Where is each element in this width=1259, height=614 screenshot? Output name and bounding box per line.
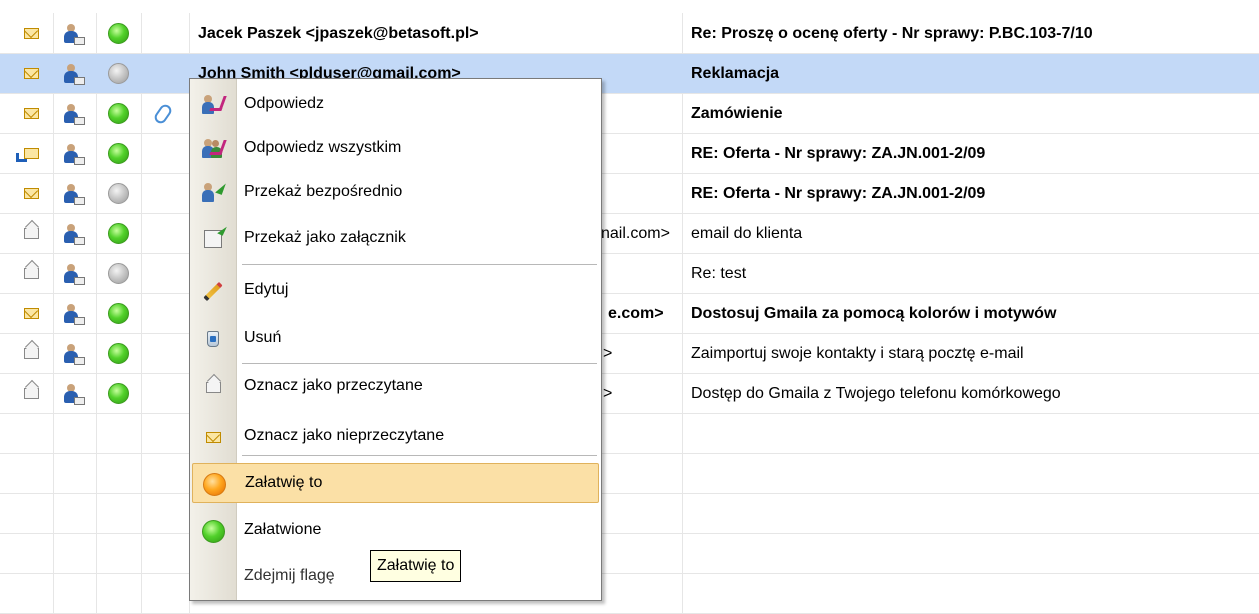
contact-mail-icon [56,254,92,293]
flag-green-icon[interactable] [100,374,136,413]
envelope-read-icon[interactable] [13,254,49,293]
flag-green-icon[interactable] [100,214,136,253]
menu-item-label: Przekaż bezpośrednio [244,183,403,200]
flag-green-icon[interactable] [100,294,136,333]
menu-separator [242,264,597,265]
email-subject: RE: Oferta - Nr sprawy: ZA.JN.001-2/09 [691,145,986,162]
reply-icon [201,94,227,116]
envelope-read-icon[interactable] [13,214,49,253]
menu-separator [242,363,597,364]
menu-item-delete[interactable]: Usuń [192,319,599,359]
email-subject: Re: Proszę o ocenę oferty - Nr sprawy: P… [691,25,1093,42]
menu-item-label: Załatwię to [245,474,323,491]
forward-attachment-icon [201,228,225,250]
envelope-replied-icon[interactable] [13,134,49,173]
flag-orange-icon [202,472,226,496]
envelope-unread-icon[interactable] [13,294,49,333]
envelope-read-icon [201,376,225,398]
menu-item-forward[interactable]: Przekaż bezpośrednio [192,173,599,213]
flag-green-icon[interactable] [100,94,136,133]
menu-item-mark-read[interactable]: Oznacz jako przeczytane [192,367,599,407]
menu-item-flag-done[interactable]: Załatwione [192,511,599,551]
email-subject: email do klienta [691,225,803,242]
menu-separator [242,455,597,456]
email-subject: Reklamacja [691,65,780,82]
contact-mail-icon [56,14,92,53]
contact-mail-icon [56,374,92,413]
email-subject: Zamówienie [691,105,783,122]
menu-item-edit[interactable]: Edytuj [192,271,599,311]
menu-item-reply[interactable]: Odpowiedz [192,85,599,125]
menu-item-label: Oznacz jako przeczytane [244,377,423,394]
contact-mail-icon [56,294,92,333]
flag-green-icon[interactable] [100,334,136,373]
envelope-read-icon[interactable] [13,334,49,373]
email-from: e.com> [608,305,664,322]
menu-item-label: Odpowiedz wszystkim [244,139,402,156]
envelope-unread-icon [201,426,225,448]
envelope-unread-icon[interactable] [13,14,49,53]
flag-gray-icon[interactable] [100,174,136,213]
email-subject: Dostęp do Gmaila z Twojego telefonu komó… [691,385,1061,402]
email-from: Jacek Paszek <jpaszek@betasoft.pl> [198,25,479,42]
envelope-unread-icon[interactable] [13,94,49,133]
menu-item-label: Zdejmij flagę [244,567,335,584]
contact-mail-icon [56,54,92,93]
context-menu: Odpowiedz Odpowiedz wszystkim Przekaż be… [189,78,602,601]
tooltip: Załatwię to [370,550,462,582]
contact-mail-icon [56,94,92,133]
flag-green-icon [201,519,225,543]
menu-item-label: Załatwione [244,521,322,538]
reply-all-icon [201,138,227,160]
email-subject: Zaimportuj swoje kontakty i starą pocztę… [691,345,1024,362]
menu-item-forward-attachment[interactable]: Przekaż jako załącznik [192,219,599,259]
paperclip-icon [145,94,181,133]
contact-mail-icon [56,134,92,173]
menu-item-flag-todo[interactable]: Załatwię to [192,463,599,503]
envelope-read-icon[interactable] [13,374,49,413]
contact-mail-icon [56,174,92,213]
contact-mail-icon [56,214,92,253]
email-subject: Dostosuj Gmaila za pomocą kolorów i moty… [691,305,1057,322]
menu-item-reply-all[interactable]: Odpowiedz wszystkim [192,129,599,169]
menu-item-label: Oznacz jako nieprzeczytane [244,427,445,444]
menu-item-mark-unread[interactable]: Oznacz jako nieprzeczytane [192,417,599,457]
menu-item-label: Edytuj [244,281,289,298]
flag-gray-icon[interactable] [100,54,136,93]
forward-icon [201,181,226,204]
pencil-icon [201,280,225,302]
email-subject: RE: Oferta - Nr sprawy: ZA.JN.001-2/09 [691,185,986,202]
email-from: > [603,385,613,402]
flag-green-icon[interactable] [100,14,136,53]
envelope-unread-icon[interactable] [13,54,49,93]
email-from: > [603,345,613,362]
menu-item-label: Usuń [244,329,282,346]
contact-mail-icon [56,334,92,373]
menu-item-label: Przekaż jako załącznik [244,229,406,246]
flag-green-icon[interactable] [100,134,136,173]
email-from: nail.com> [601,225,670,242]
menu-item-label: Odpowiedz [244,95,325,112]
email-subject: Re: test [691,265,747,282]
flag-gray-icon[interactable] [100,254,136,293]
trash-icon [201,328,225,350]
table-row[interactable]: Jacek Paszek <jpaszek@betasoft.pl> Re: P… [0,14,1259,54]
envelope-unread-icon[interactable] [13,174,49,213]
